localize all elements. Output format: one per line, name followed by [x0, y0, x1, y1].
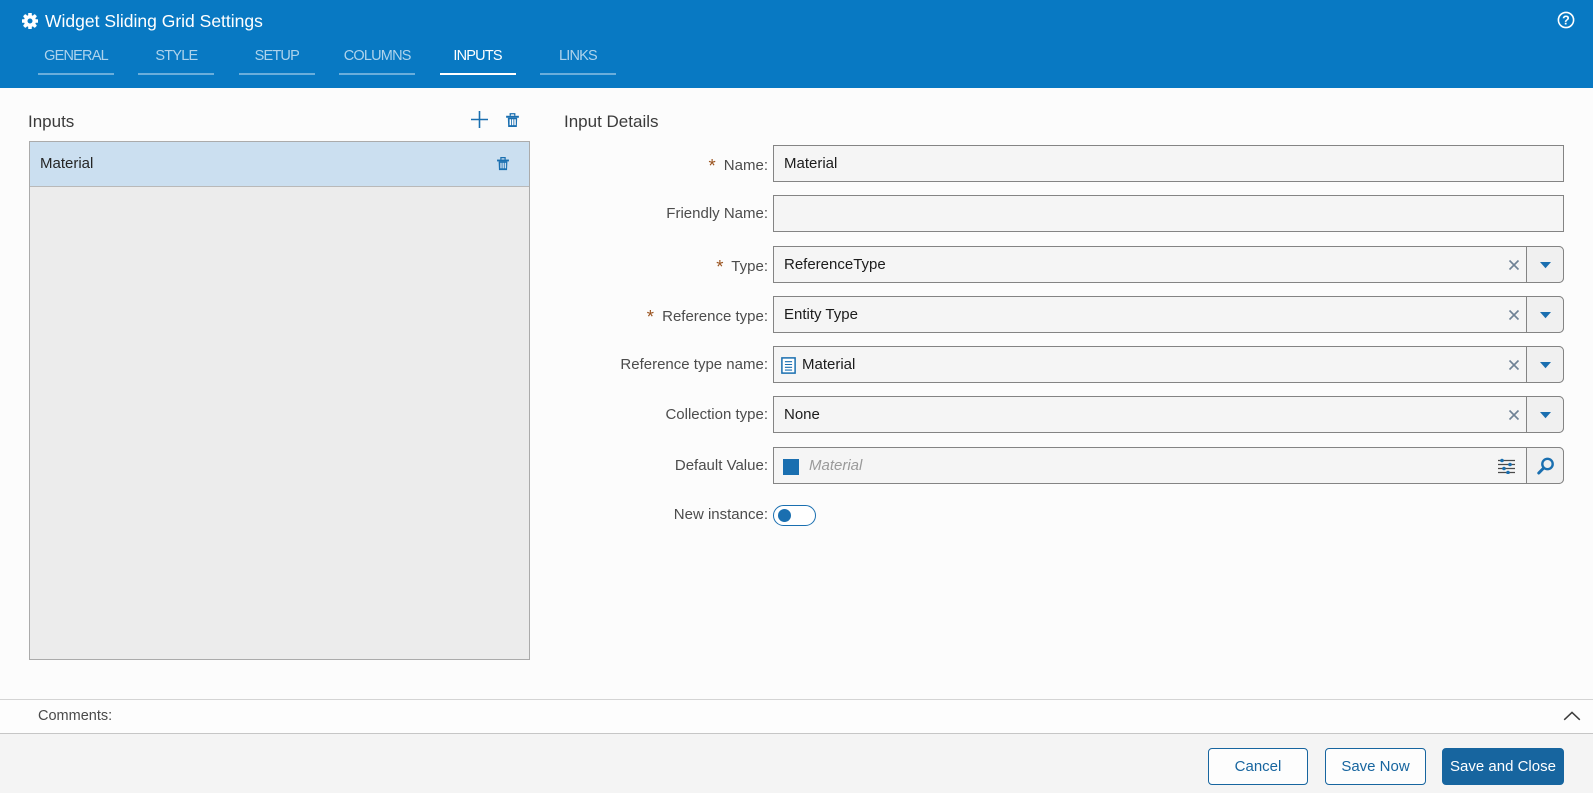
svg-text:?: ? [1562, 13, 1570, 27]
